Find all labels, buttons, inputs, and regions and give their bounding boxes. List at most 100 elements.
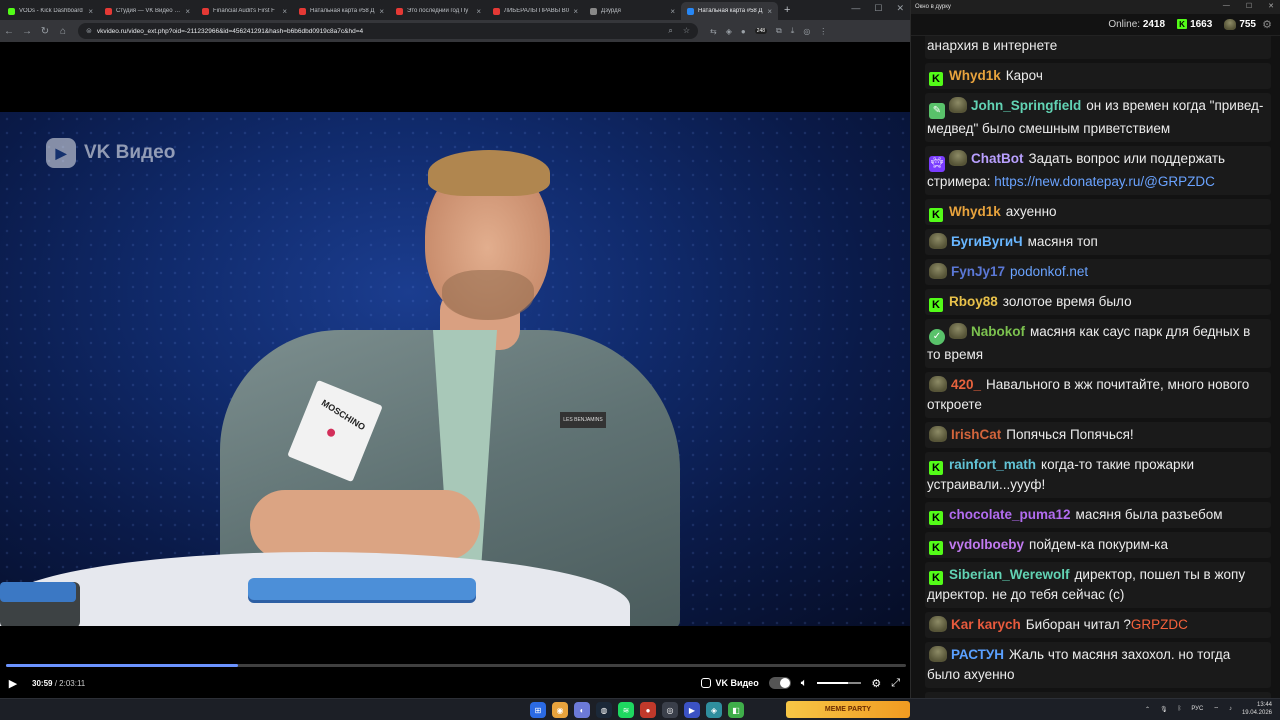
chat-username[interactable]: Nabokof bbox=[971, 324, 1025, 339]
app-icon[interactable]: ◈ bbox=[706, 702, 722, 718]
browser-tab[interactable]: Натальная карта #58 Д × bbox=[293, 2, 390, 20]
tab-close-icon[interactable]: × bbox=[379, 7, 384, 16]
emote-badge-icon bbox=[929, 263, 947, 279]
browser-tab[interactable]: Financial Audit's First F × bbox=[196, 2, 293, 20]
extension-badge[interactable]: 248 bbox=[754, 28, 768, 34]
tab-close-icon[interactable]: × bbox=[185, 7, 190, 16]
minimize-icon[interactable]: — bbox=[1223, 2, 1230, 10]
menu-icon[interactable]: ⋮ bbox=[819, 27, 827, 36]
tab-title: Это последний год Пу bbox=[407, 8, 469, 14]
chat-username[interactable]: 420_ bbox=[951, 377, 981, 392]
play-icon[interactable]: ▶ bbox=[0, 677, 26, 690]
chat-username[interactable]: Kar karych bbox=[951, 617, 1021, 632]
app-icon[interactable]: ◎ bbox=[662, 702, 678, 718]
home-icon[interactable]: ⌂ bbox=[54, 26, 72, 37]
network-icon[interactable]: ⌔ bbox=[1213, 705, 1219, 713]
browser-tab[interactable]: ЛИБЕРАЛЫ ПРАВЫ В0 × bbox=[487, 2, 584, 20]
browser-tab[interactable]: VODs - Kick Dashboard × bbox=[2, 2, 99, 20]
chat-settings-icon[interactable]: ⚙︎ bbox=[1262, 18, 1272, 31]
close-icon[interactable]: ✕ bbox=[896, 3, 904, 14]
chat-username[interactable]: chocolate_puma12 bbox=[949, 507, 1071, 522]
extension-icon[interactable]: ◈ bbox=[726, 27, 732, 36]
discord-icon[interactable]: ◐ bbox=[574, 702, 590, 718]
chrome-icon[interactable]: ◉ bbox=[552, 702, 568, 718]
download-icon[interactable]: ⤓ bbox=[791, 26, 795, 36]
chat-username[interactable]: vydolboeby bbox=[949, 537, 1024, 552]
chat-username[interactable]: IrishCat bbox=[951, 427, 1001, 442]
chat-stats: Online: 2418 K 1663 755 ⚙︎ bbox=[911, 14, 1280, 36]
app-icon[interactable]: ◧ bbox=[728, 702, 744, 718]
vk-video-brand[interactable]: VK Видео bbox=[701, 678, 759, 688]
chat-username[interactable]: John_Springfield bbox=[971, 98, 1081, 113]
chat-username[interactable]: Whyd1k bbox=[949, 204, 1001, 219]
verified-badge-icon: ✓ bbox=[929, 329, 945, 345]
reload-icon[interactable]: ↻ bbox=[36, 26, 54, 37]
back-icon[interactable]: ← bbox=[0, 26, 18, 37]
clock[interactable]: 13:44 19.04.2026 bbox=[1242, 701, 1272, 717]
tab-favicon-icon bbox=[396, 7, 403, 15]
chat-username[interactable]: РАСТУН bbox=[951, 647, 1004, 662]
kick-badge-icon: K bbox=[929, 208, 943, 222]
tab-close-icon[interactable]: × bbox=[476, 7, 481, 16]
spotify-icon[interactable]: ≋ bbox=[618, 702, 634, 718]
tab-close-icon[interactable]: × bbox=[767, 7, 772, 16]
extension-icon[interactable]: ⇆ bbox=[710, 27, 717, 36]
tray-chevron-icon[interactable]: ⌃ bbox=[1145, 706, 1150, 713]
autoplay-toggle[interactable] bbox=[768, 677, 791, 689]
app-icon[interactable]: ▶ bbox=[684, 702, 700, 718]
minimize-icon[interactable]: — bbox=[851, 3, 860, 14]
tab-close-icon[interactable]: × bbox=[282, 7, 287, 16]
chat-username[interactable]: FynJy17 bbox=[951, 264, 1005, 279]
maximize-icon[interactable]: ☐ bbox=[1246, 2, 1252, 10]
browser-tab[interactable]: Студия — VK Видео Live × bbox=[99, 2, 196, 20]
tab-favicon-icon bbox=[202, 7, 209, 15]
extension-icon[interactable]: ● bbox=[741, 27, 746, 36]
tab-close-icon[interactable]: × bbox=[670, 7, 675, 16]
settings-gear-icon[interactable]: ⚙︎ bbox=[871, 677, 881, 690]
message-text: Попячься Попячься! bbox=[1006, 427, 1134, 442]
microphone-icon[interactable]: 🎙︎ bbox=[1160, 706, 1168, 713]
video-player[interactable]: ▶ VK Видео MOSCHINO LES BENJAMINS ▶ 30:5… bbox=[0, 42, 910, 698]
address-bar[interactable]: ⊜ vkvideo.ru/video_ext.php?oid=-21123296… bbox=[78, 23, 698, 39]
close-icon[interactable]: ✕ bbox=[1268, 2, 1274, 10]
kick-badge-icon: K bbox=[929, 541, 943, 555]
tab-favicon-icon bbox=[493, 7, 500, 15]
chat-username[interactable]: БугиВугиЧ bbox=[951, 234, 1023, 249]
volume-icon[interactable]: ♪ bbox=[1229, 706, 1232, 712]
site-info-icon[interactable]: ⊜ bbox=[86, 27, 92, 35]
tab-title: Financial Audit's First F bbox=[213, 8, 275, 14]
puzzle-icon[interactable]: ⧉ bbox=[776, 26, 782, 36]
bot-badge-icon: 👾︎ bbox=[929, 156, 945, 172]
language-indicator[interactable]: РУС bbox=[1191, 706, 1203, 712]
forward-icon[interactable]: → bbox=[18, 26, 36, 37]
zoom-icon[interactable]: ⌕ bbox=[668, 26, 672, 36]
volume-slider[interactable] bbox=[817, 682, 862, 684]
app-icon[interactable]: ● bbox=[640, 702, 656, 718]
tab-close-icon[interactable]: × bbox=[88, 7, 93, 16]
chat-username[interactable]: Whyd1k bbox=[949, 68, 1001, 83]
profile-icon[interactable]: ◎ bbox=[803, 27, 810, 36]
kick-badge-icon: K bbox=[929, 461, 943, 475]
bookmark-star-icon[interactable]: ☆ bbox=[683, 26, 690, 36]
browser-tab[interactable]: Натальная карта #58 Д × bbox=[681, 2, 778, 20]
start-icon[interactable]: ⊞ bbox=[530, 702, 546, 718]
volume-icon[interactable]: 🔈︎ bbox=[801, 677, 808, 690]
steam-icon[interactable]: ◍ bbox=[596, 702, 612, 718]
seek-bar[interactable] bbox=[6, 664, 906, 667]
chat-username[interactable]: Siberian_Werewolf bbox=[949, 567, 1070, 582]
fullscreen-icon[interactable]: ⤢ bbox=[891, 677, 900, 690]
maximize-icon[interactable]: ☐ bbox=[874, 3, 882, 14]
chat-username[interactable]: rainfort_math bbox=[949, 457, 1036, 472]
chat-username[interactable]: Rboy88 bbox=[949, 294, 998, 309]
browser-tab[interactable]: Это последний год Пу × bbox=[390, 2, 487, 20]
browser-tab[interactable]: Дзурдя × bbox=[584, 2, 681, 20]
bluetooth-icon[interactable]: ᛒ bbox=[1178, 706, 1182, 712]
url-text[interactable]: vkvideo.ru/video_ext.php?oid=-211232966&… bbox=[97, 28, 668, 35]
tab-close-icon[interactable]: × bbox=[573, 7, 578, 16]
message-link[interactable]: podonkof.net bbox=[1010, 264, 1088, 279]
meme-party-widget[interactable]: MEME PARTY bbox=[786, 701, 910, 718]
new-tab-button[interactable]: + bbox=[784, 4, 790, 16]
tab-title: Дзурдя bbox=[601, 8, 621, 14]
message-link[interactable]: https://new.donatepay.ru/@GRPZDC bbox=[994, 174, 1215, 189]
chat-username[interactable]: ChatBot bbox=[971, 151, 1024, 166]
